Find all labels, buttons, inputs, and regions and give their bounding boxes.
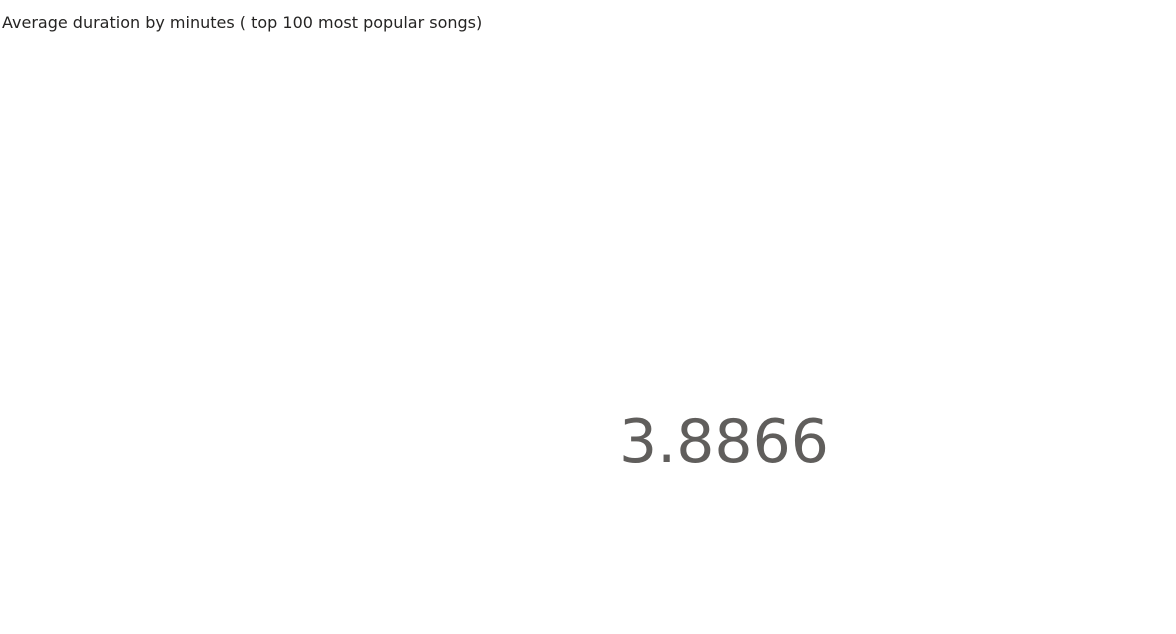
card-title: Average duration by minutes ( top 100 mo… — [2, 13, 483, 32]
kpi-card: Average duration by minutes ( top 100 mo… — [0, 0, 1176, 634]
kpi-value: 3.8866 — [619, 407, 829, 477]
